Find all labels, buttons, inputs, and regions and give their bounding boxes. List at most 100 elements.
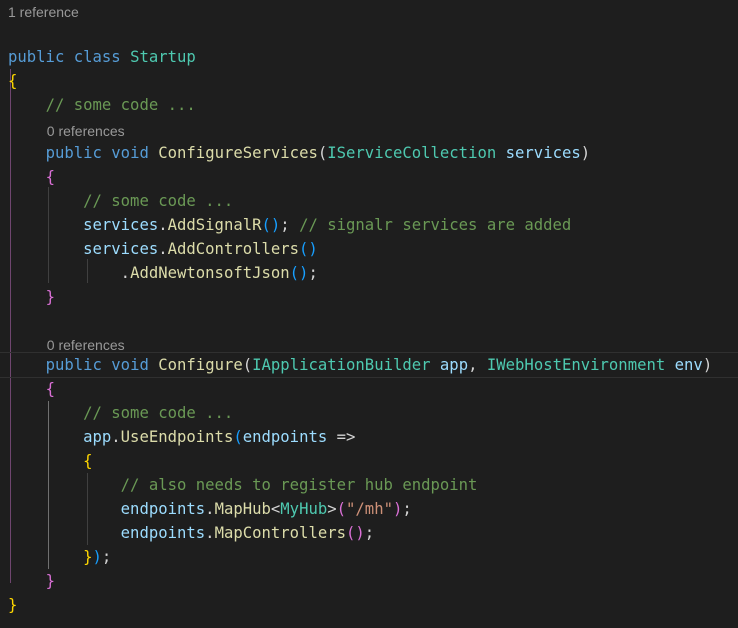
code-token: class: [73, 48, 121, 66]
code-token: .: [111, 428, 121, 446]
codelens-references[interactable]: 1 reference: [8, 0, 79, 24]
code-line: services.AddSignalR(); // signalr servic…: [0, 213, 571, 237]
code-token: ): [702, 356, 713, 374]
code-token: AddNewtonsoftJson: [130, 264, 290, 282]
code-line: // also needs to register hub endpoint: [0, 473, 478, 497]
code-line: }: [0, 285, 55, 309]
code-token: >: [327, 500, 337, 518]
code-token: (: [233, 428, 243, 446]
code-token: .: [158, 240, 168, 258]
code-token: {: [83, 452, 93, 470]
code-token: ): [92, 548, 102, 566]
code-token: // some code ...: [83, 404, 234, 422]
code-token: }: [83, 548, 93, 566]
code-token: ;: [308, 264, 318, 282]
code-token: {: [8, 72, 18, 90]
code-token: UseEndpoints: [120, 428, 234, 446]
code-token: ;: [101, 548, 112, 566]
code-editor[interactable]: 1 reference public class Startup { // some…: [0, 0, 738, 628]
code-token: MyHub: [280, 500, 328, 518]
code-line-current: public void Configure(IApplicationBuilde…: [0, 352, 738, 378]
code-line: endpoints.MapHub<MyHub>("/mh");: [0, 497, 412, 521]
code-token: IApplicationBuilder: [252, 356, 431, 374]
code-token: IServiceCollection: [327, 144, 497, 162]
code-token: }: [8, 596, 18, 614]
code-token: "/mh": [346, 500, 393, 518]
code-line: .AddNewtonsoftJson();: [0, 261, 318, 285]
code-token: (): [261, 216, 281, 234]
code-line: public class Startup: [0, 45, 196, 69]
code-token: (: [242, 356, 253, 374]
code-token: void: [111, 356, 149, 374]
code-token: ConfigureServices: [158, 144, 318, 162]
code-token: ;: [402, 500, 412, 518]
code-token: Startup: [130, 48, 196, 66]
code-token: .: [205, 500, 215, 518]
code-token: void: [111, 144, 149, 162]
code-line: services.AddControllers(): [0, 237, 318, 261]
codelens-references[interactable]: 0 references: [47, 119, 125, 143]
code-line: {: [0, 69, 17, 93]
code-token: .: [8, 264, 131, 282]
code-token: services: [83, 216, 159, 234]
code-token: app: [83, 428, 112, 446]
code-token: .: [205, 524, 215, 542]
code-line: public void ConfigureServices(IServiceCo…: [0, 141, 591, 165]
code-line: {: [0, 377, 55, 401]
code-token: =>: [327, 428, 356, 446]
code-token: services: [505, 144, 581, 162]
code-token: {: [45, 380, 55, 398]
code-token: (): [346, 524, 365, 542]
code-token: AddSignalR: [167, 216, 262, 234]
code-token: ,: [468, 356, 487, 374]
code-token: .: [158, 216, 168, 234]
code-token: services: [83, 240, 159, 258]
code-token: MapHub: [214, 500, 271, 518]
code-line: });: [0, 545, 111, 569]
code-token: endpoints: [242, 428, 328, 446]
code-line: }: [0, 569, 55, 593]
code-token: // also needs to register hub endpoint: [120, 476, 478, 494]
code-token: endpoints: [120, 500, 206, 518]
code-token: ;: [364, 524, 375, 542]
code-line: }: [0, 593, 17, 617]
code-token: public: [45, 144, 102, 162]
code-token: }: [45, 572, 55, 590]
code-token: app: [439, 356, 469, 374]
code-token: public: [45, 356, 102, 374]
code-token: }: [45, 288, 55, 306]
code-token: // signalr services are added: [299, 216, 572, 234]
code-token: (): [299, 240, 318, 258]
code-token: public: [8, 48, 65, 66]
code-line: // some code ...: [0, 401, 233, 425]
code-token: Configure: [158, 356, 243, 374]
code-token: ;: [280, 216, 300, 234]
code-token: endpoints: [120, 524, 206, 542]
code-token: (: [336, 500, 347, 518]
code-token: // some code ...: [45, 96, 196, 114]
